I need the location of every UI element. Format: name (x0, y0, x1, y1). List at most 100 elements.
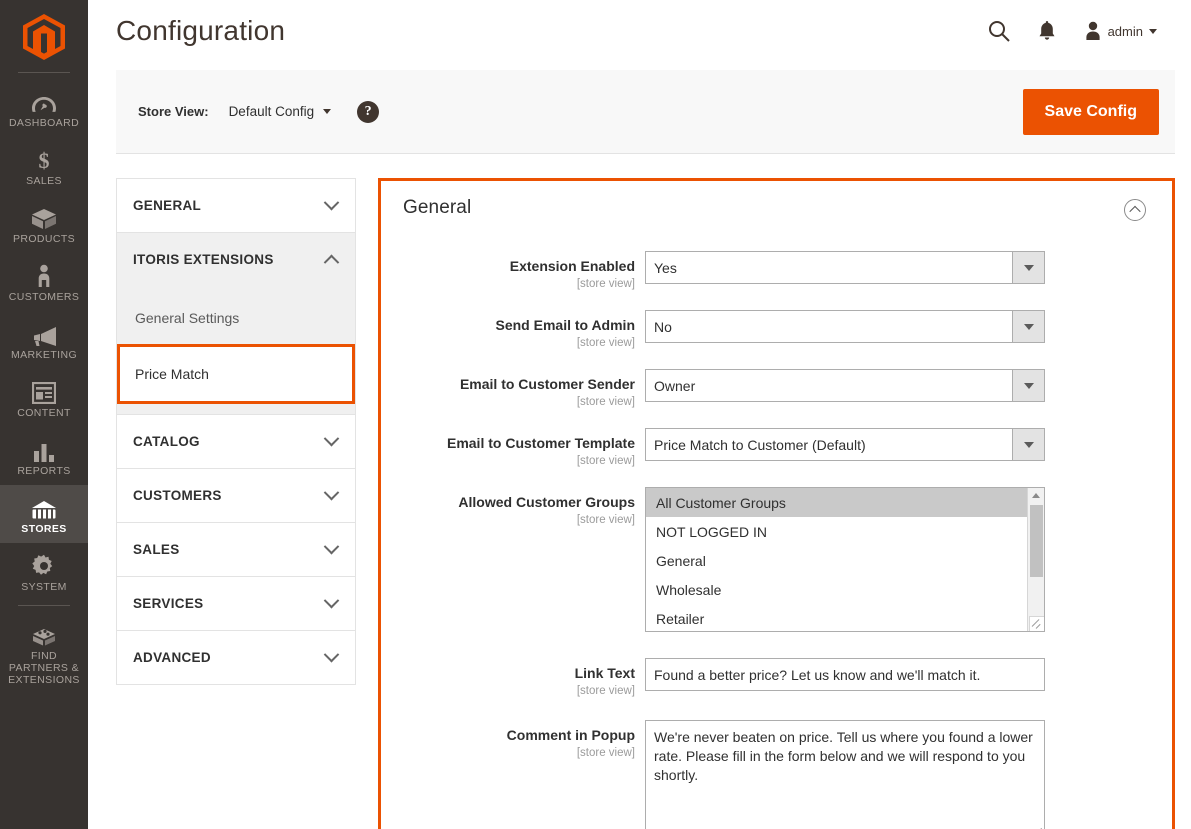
select-value[interactable]: Yes (645, 251, 1012, 284)
field-label: Email to Customer Template [store view] (395, 428, 645, 468)
scroll-up-arrow-icon[interactable] (1032, 488, 1040, 503)
multiselect-option[interactable]: NOT LOGGED IN (646, 517, 1027, 546)
field-send-email-to-admin: Send Email to Admin [store view] No (395, 310, 1146, 350)
resize-handle[interactable] (1032, 824, 1044, 829)
field-scope: [store view] (576, 455, 635, 467)
resize-handle[interactable] (1029, 616, 1044, 631)
settings-fields: Extension Enabled [store view] Yes Send … (395, 251, 1146, 829)
email-to-customer-template-select[interactable]: Price Match to Customer (Default) (645, 428, 1045, 461)
admin-sidebar: Dashboard $ Sales Products Customers Mar… (0, 0, 88, 829)
multiselect-option[interactable]: General (646, 546, 1027, 575)
megaphone-icon (31, 320, 57, 346)
multiselect-option[interactable]: All Customer Groups (646, 488, 1027, 517)
chevron-down-icon (323, 109, 332, 114)
sidebar-item-system[interactable]: System (0, 543, 88, 601)
dashboard-gauge-icon (31, 88, 57, 114)
field-label-text: Email to Customer Template (446, 435, 635, 451)
extension-enabled-select[interactable]: Yes (645, 251, 1045, 284)
store-view-dropdown[interactable]: Default Config (229, 104, 332, 119)
sidebar-item-label: Customers (8, 291, 80, 303)
gear-icon (32, 552, 56, 578)
field-scope: [store view] (576, 278, 635, 290)
sidebar-item-label: System (21, 581, 67, 593)
sidebar-item-marketing[interactable]: Marketing (0, 311, 88, 369)
header-tools: admin (988, 20, 1173, 42)
admin-user-menu[interactable]: admin (1084, 21, 1157, 41)
multiselect-options[interactable]: All Customer Groups NOT LOGGED IN Genera… (646, 488, 1027, 631)
sidebar-item-label: Stores (21, 523, 67, 535)
config-section-catalog-header[interactable]: Catalog (117, 415, 355, 468)
scrollbar-thumb[interactable] (1029, 505, 1043, 577)
config-section-itoris-extensions-header[interactable]: Itoris Extensions (117, 233, 355, 286)
sidebar-item-customers[interactable]: Customers (0, 253, 88, 311)
box-icon (31, 204, 57, 230)
magento-logo[interactable] (0, 6, 88, 68)
comment-in-popup-wrap: We're never beaten on price. Tell us whe… (645, 720, 1045, 829)
field-control (645, 658, 1146, 691)
config-subitem-price-match[interactable]: Price Match (117, 344, 355, 404)
chevron-up-circle-icon[interactable] (1124, 199, 1146, 221)
field-scope: [store view] (576, 747, 635, 759)
chevron-down-icon[interactable] (1012, 251, 1045, 284)
bell-icon[interactable] (1038, 20, 1056, 42)
config-section-sales-header[interactable]: Sales (117, 523, 355, 576)
config-section-customers-header[interactable]: Customers (117, 469, 355, 522)
field-extension-enabled: Extension Enabled [store view] Yes (395, 251, 1146, 291)
store-view-bar: Store View: Default Config ? Save Config (116, 70, 1175, 154)
config-section-services-header[interactable]: Services (117, 577, 355, 630)
chevron-down-icon (323, 538, 340, 555)
allowed-customer-groups-multiselect[interactable]: All Customer Groups NOT LOGGED IN Genera… (645, 487, 1045, 632)
sidebar-item-sales[interactable]: $ Sales (0, 137, 88, 195)
sidebar-item-content[interactable]: Content (0, 369, 88, 427)
config-section-label: Sales (133, 542, 180, 557)
config-section-label: Services (133, 596, 204, 611)
chevron-down-icon (1149, 28, 1157, 34)
config-section-label: Itoris Extensions (133, 252, 274, 267)
field-label: Email to Customer Sender [store view] (395, 369, 645, 409)
page-title: Configuration (116, 15, 286, 46)
config-section-general-header[interactable]: General (117, 179, 355, 232)
sidebar-item-stores[interactable]: Stores (0, 485, 88, 543)
sidebar-item-reports[interactable]: Reports (0, 427, 88, 485)
config-section-label: Catalog (133, 434, 200, 449)
sidebar-divider-bottom (18, 605, 70, 606)
sidebar-item-dashboard[interactable]: Dashboard (0, 79, 88, 137)
config-section-itoris-extensions: Itoris Extensions General Settings Price… (116, 232, 356, 414)
comment-in-popup-textarea[interactable]: We're never beaten on price. Tell us whe… (645, 720, 1045, 829)
chevron-down-icon[interactable] (1012, 369, 1045, 402)
field-control: All Customer Groups NOT LOGGED IN Genera… (645, 487, 1146, 632)
field-email-to-customer-template: Email to Customer Template [store view] … (395, 428, 1146, 468)
multiselect-option[interactable]: Retailer (646, 604, 1027, 631)
sidebar-item-label: Content (17, 407, 71, 419)
sidebar-item-label: Dashboard (8, 117, 80, 129)
link-text-input[interactable] (645, 658, 1045, 691)
field-label-text: Comment in Popup (506, 727, 635, 743)
chevron-down-icon[interactable] (1012, 310, 1045, 343)
chevron-down-icon[interactable] (1012, 428, 1045, 461)
config-section-advanced-header[interactable]: Advanced (117, 631, 355, 684)
save-config-button[interactable]: Save Config (1022, 88, 1159, 135)
field-link-text: Link Text [store view] (395, 658, 1146, 698)
sidebar-item-products[interactable]: Products (0, 195, 88, 253)
field-scope: [store view] (576, 396, 635, 408)
config-section-label: Advanced (133, 650, 211, 665)
search-icon[interactable] (988, 20, 1010, 42)
chevron-up-icon (323, 254, 340, 271)
chevron-down-icon (323, 484, 340, 501)
select-value[interactable]: No (645, 310, 1012, 343)
config-section-general: General (116, 178, 356, 232)
question-mark-icon[interactable]: ? (357, 100, 380, 123)
sidebar-item-find-partners-extensions[interactable]: Find Partners & Extensions (0, 612, 88, 694)
config-subitem-general-settings[interactable]: General Settings (117, 286, 355, 344)
send-email-to-admin-select[interactable]: No (645, 310, 1045, 343)
select-value[interactable]: Owner (645, 369, 1012, 402)
select-value[interactable]: Price Match to Customer (Default) (645, 428, 1012, 461)
email-to-customer-sender-select[interactable]: Owner (645, 369, 1045, 402)
multiselect-option[interactable]: Wholesale (646, 575, 1027, 604)
field-control: We're never beaten on price. Tell us whe… (645, 720, 1146, 829)
scrollbar-track[interactable] (1028, 503, 1045, 616)
storefront-icon (31, 494, 57, 520)
field-label-text: Send Email to Admin (495, 317, 636, 333)
bar-chart-icon (32, 436, 56, 462)
multiselect-scrollbar[interactable] (1027, 488, 1044, 631)
